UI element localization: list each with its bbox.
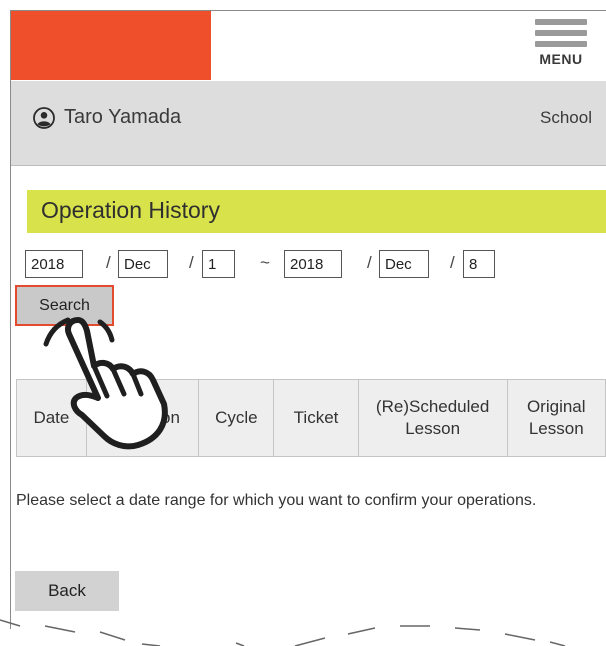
school-link[interactable]: School (540, 108, 592, 128)
torn-edge-decoration (0, 619, 566, 646)
hand-pointer-icon (43, 317, 168, 450)
back-button[interactable]: Back (15, 571, 119, 611)
hamburger-menu-icon-bar (535, 30, 587, 36)
header-original-line1: Original (526, 396, 586, 416)
date-separator: / (450, 253, 455, 272)
header-original-lesson: Original Lesson (506, 379, 606, 457)
brand-logo-block[interactable] (11, 11, 211, 80)
date-separator: / (106, 253, 111, 272)
menu-button[interactable]: MENU (526, 15, 596, 79)
hamburger-menu-icon (535, 19, 587, 25)
header-rescheduled-line2: Lesson (405, 419, 461, 438)
from-year-field[interactable]: 2018 (25, 250, 83, 278)
header-cycle: Cycle (198, 379, 275, 457)
to-year-field[interactable]: 2018 (284, 250, 342, 278)
user-name: Taro Yamada (64, 106, 182, 128)
header-rescheduled-lesson: (Re)Scheduled Lesson (357, 379, 508, 457)
header-original-line2: Lesson (528, 419, 584, 438)
page-title: Operation History (41, 197, 220, 223)
date-separator: / (367, 253, 372, 272)
header-ticket: Ticket (273, 379, 359, 457)
to-day-field[interactable]: 8 (463, 250, 495, 278)
to-month-field[interactable]: Dec (379, 250, 429, 278)
header-rescheduled-line1: (Re)Scheduled (375, 396, 490, 416)
hamburger-menu-icon-bar (535, 41, 587, 47)
from-month-field[interactable]: Dec (118, 250, 168, 278)
user-circle-icon (33, 107, 55, 129)
range-tilde: ~ (260, 253, 270, 272)
user-bar: Taro Yamada School (11, 81, 606, 166)
menu-label: MENU (539, 51, 583, 67)
from-day-field[interactable]: 1 (202, 250, 235, 278)
info-message: Please select a date range for which you… (16, 492, 537, 509)
page-title-band: Operation History (27, 190, 606, 233)
date-separator: / (189, 253, 194, 272)
